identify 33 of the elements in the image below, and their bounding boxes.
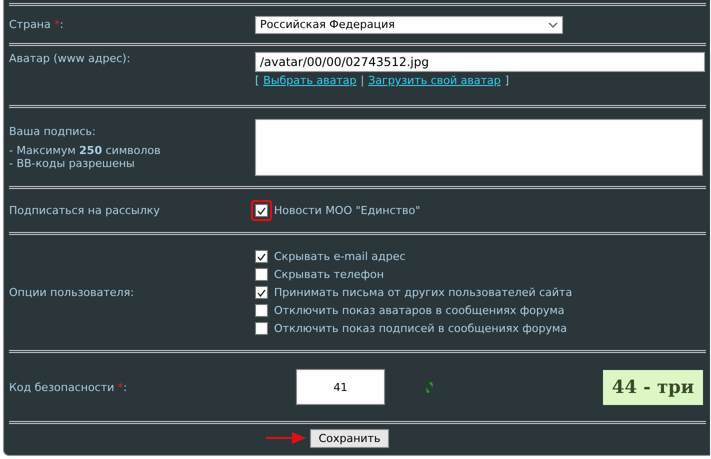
- checkbox-label: Новости МОО "Единство": [274, 204, 420, 217]
- choose-avatar-link[interactable]: Выбрать аватар: [263, 74, 357, 87]
- save-button[interactable]: Сохранить: [310, 428, 390, 448]
- checkbox[interactable]: [255, 304, 268, 317]
- checkbox-label: Скрывать e-mail адрес: [274, 250, 406, 263]
- bracket-text: ]: [504, 74, 509, 87]
- separator-text: |: [360, 74, 364, 87]
- refresh-icon[interactable]: [426, 382, 433, 392]
- bracket-text: [: [255, 74, 260, 87]
- upload-avatar-link[interactable]: Загрузить свой аватар: [368, 74, 501, 87]
- field-label: Подписаться на рассылку: [9, 204, 161, 217]
- checkbox[interactable]: [255, 250, 268, 263]
- checkbox[interactable]: [255, 268, 268, 281]
- chevron-down-icon: [548, 22, 558, 28]
- field-label: Ваша подпись:: [9, 124, 97, 138]
- avatar-url-field[interactable]: /avatar/00/00/02743512.jpg: [255, 52, 705, 72]
- checkbox[interactable]: [255, 204, 268, 217]
- field-label: Страна *:: [9, 18, 64, 31]
- checkbox-label: Принимать письма от других пользователей сайта: [274, 286, 572, 299]
- checkbox-label: Отключить показ подписей в сообщениях форума: [274, 322, 568, 335]
- checkbox-label: Отключить показ аватаров в сообщениях форума: [274, 304, 565, 317]
- captcha-image: 44 - три: [603, 370, 703, 404]
- signature-field[interactable]: [255, 118, 703, 176]
- field-label: Код безопасности *:: [9, 380, 128, 394]
- field-label: Аватар (www адрес):: [9, 52, 132, 65]
- hint-text: - Максимум 250 символов: [9, 144, 161, 156]
- hint-text: - BB-коды разрешены: [9, 156, 135, 170]
- security-code-field[interactable]: 41: [296, 369, 385, 405]
- checkbox[interactable]: [255, 286, 268, 299]
- country-select[interactable]: Российская Федерация: [255, 16, 563, 34]
- checkbox[interactable]: [255, 322, 268, 335]
- checkbox-label: Скрывать телефон: [274, 268, 384, 281]
- field-label: Опции пользователя:: [9, 286, 135, 299]
